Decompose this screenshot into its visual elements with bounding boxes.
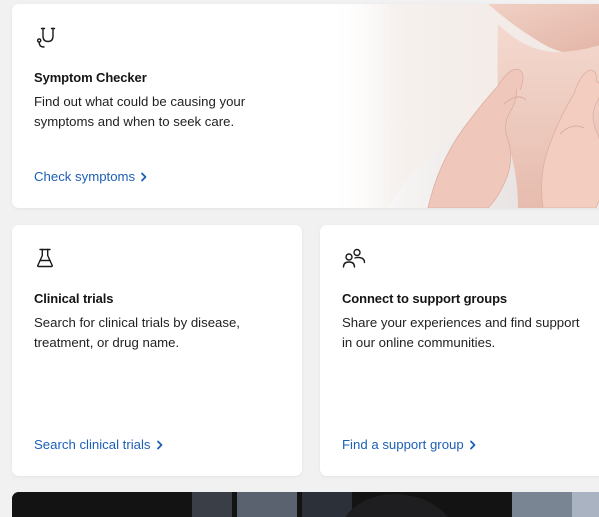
chevron-right-icon — [156, 438, 164, 453]
support-groups-card: Connect to support groups Share your exp… — [320, 225, 599, 476]
chevron-right-icon — [469, 438, 477, 453]
symptom-checker-title: Symptom Checker — [34, 70, 147, 85]
symptom-checker-description: Find out what could be causing your symp… — [34, 94, 246, 129]
search-clinical-trials-link[interactable]: Search clinical trials — [34, 437, 164, 453]
find-support-group-label: Find a support group — [342, 437, 464, 452]
page: Symptom Checker Find out what could be c… — [0, 0, 599, 517]
people-icon — [342, 248, 366, 273]
bottom-banner-image — [12, 492, 599, 517]
symptom-checker-card: Symptom Checker Find out what could be c… — [12, 4, 599, 208]
clinical-trials-description: Search for clinical trials by disease, t… — [34, 315, 240, 350]
support-groups-description: Share your experiences and find support … — [342, 315, 580, 350]
clinical-trials-card: Clinical trials Search for clinical tria… — [12, 225, 302, 476]
clinical-trials-title: Clinical trials — [34, 291, 114, 306]
stethoscope-icon — [36, 26, 58, 55]
throat-photo — [328, 4, 599, 208]
check-symptoms-label: Check symptoms — [34, 169, 136, 184]
search-clinical-trials-label: Search clinical trials — [34, 437, 151, 452]
support-groups-title: Connect to support groups — [342, 291, 508, 306]
chevron-right-icon — [140, 170, 148, 185]
flask-icon — [36, 248, 54, 273]
find-support-group-link[interactable]: Find a support group — [342, 437, 477, 453]
check-symptoms-link[interactable]: Check symptoms — [34, 169, 148, 185]
